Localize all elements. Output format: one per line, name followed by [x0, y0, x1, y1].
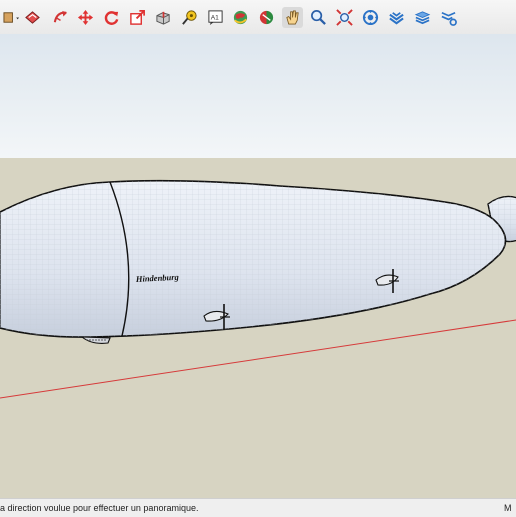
section-plane-icon [258, 9, 275, 26]
extension-layers-icon [414, 9, 431, 26]
text-tool-glyph: A1 [211, 14, 219, 21]
scene[interactable]: Hindenburg [0, 34, 516, 498]
zoom-extents-icon [336, 9, 353, 26]
eraser-icon [24, 9, 41, 26]
follow-me-icon [52, 9, 69, 26]
status-measurements-label: M [504, 503, 512, 513]
text-tool[interactable]: A1 [205, 7, 226, 28]
orbit-tool[interactable] [230, 7, 251, 28]
sky [0, 34, 516, 158]
model-viewport[interactable]: Hindenburg [0, 34, 516, 498]
text-icon: A1 [207, 9, 224, 26]
zoom-extents-tool[interactable] [334, 7, 355, 28]
scale-tool[interactable] [127, 7, 148, 28]
move-icon [77, 9, 94, 26]
push-pull-icon [155, 9, 172, 26]
toolbar: A1 [0, 0, 516, 35]
zoom-tool[interactable] [308, 7, 329, 28]
push-pull-tool[interactable] [153, 7, 174, 28]
pan-hand-icon [284, 9, 301, 26]
status-bar: la direction voulue pour effectuer un pa… [0, 498, 516, 517]
rotate-icon [103, 9, 120, 26]
magnifier-icon [310, 9, 327, 26]
extension-tool-3[interactable] [438, 7, 459, 28]
warehouse-tool[interactable] [360, 7, 381, 28]
extension-gear-icon [440, 9, 457, 26]
move-tool[interactable] [75, 7, 96, 28]
tape-measure-icon [181, 9, 198, 26]
extension-tool-2[interactable] [412, 7, 433, 28]
extension-tool-1[interactable] [386, 7, 407, 28]
status-hint: la direction voulue pour effectuer un pa… [0, 503, 199, 513]
pan-tool[interactable] [282, 7, 303, 28]
eraser-tool[interactable] [22, 7, 43, 28]
tape-measure-tool[interactable] [179, 7, 200, 28]
section-plane-tool[interactable] [256, 7, 277, 28]
paint-bucket-tool[interactable] [0, 7, 22, 28]
rotate-tool[interactable] [101, 7, 122, 28]
paint-bucket-icon [2, 9, 20, 26]
orbit-icon [232, 9, 249, 26]
extension-waves-icon [388, 9, 405, 26]
warehouse-icon [362, 9, 379, 26]
scale-icon [129, 9, 146, 26]
follow-me-tool[interactable] [50, 7, 71, 28]
